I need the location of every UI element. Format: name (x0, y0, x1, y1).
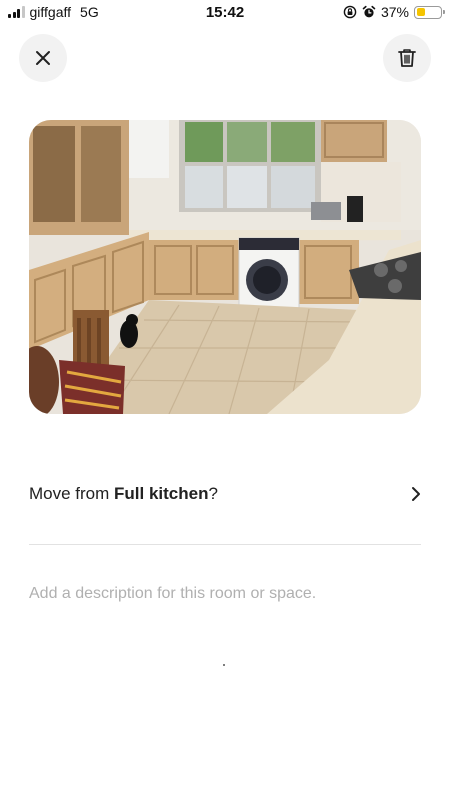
kitchen-photo-image (29, 120, 421, 414)
move-room-row[interactable]: Move from Full kitchen? (29, 472, 421, 516)
status-bar: giffgaff 5G 15:42 37% (0, 0, 450, 26)
move-room-text: Move from Full kitchen? (29, 484, 218, 504)
description-input[interactable] (29, 580, 421, 608)
chevron-right-icon (412, 487, 420, 501)
text-cursor-dot (223, 664, 225, 666)
battery-level (416, 8, 425, 16)
trash-icon (398, 49, 416, 67)
close-icon (36, 51, 50, 65)
move-prefix: Move from (29, 484, 115, 503)
battery-icon (414, 5, 445, 19)
current-room-name: Full kitchen (114, 484, 209, 503)
close-button[interactable] (19, 34, 67, 82)
kitchen-photo[interactable] (29, 120, 421, 414)
status-bar-right: 37% (343, 4, 445, 20)
alarm-icon (362, 5, 376, 18)
divider (29, 544, 421, 545)
battery-percent: 37% (380, 4, 409, 20)
orientation-lock-icon (343, 5, 357, 19)
delete-button[interactable] (383, 34, 431, 82)
move-suffix: ? (208, 484, 218, 503)
